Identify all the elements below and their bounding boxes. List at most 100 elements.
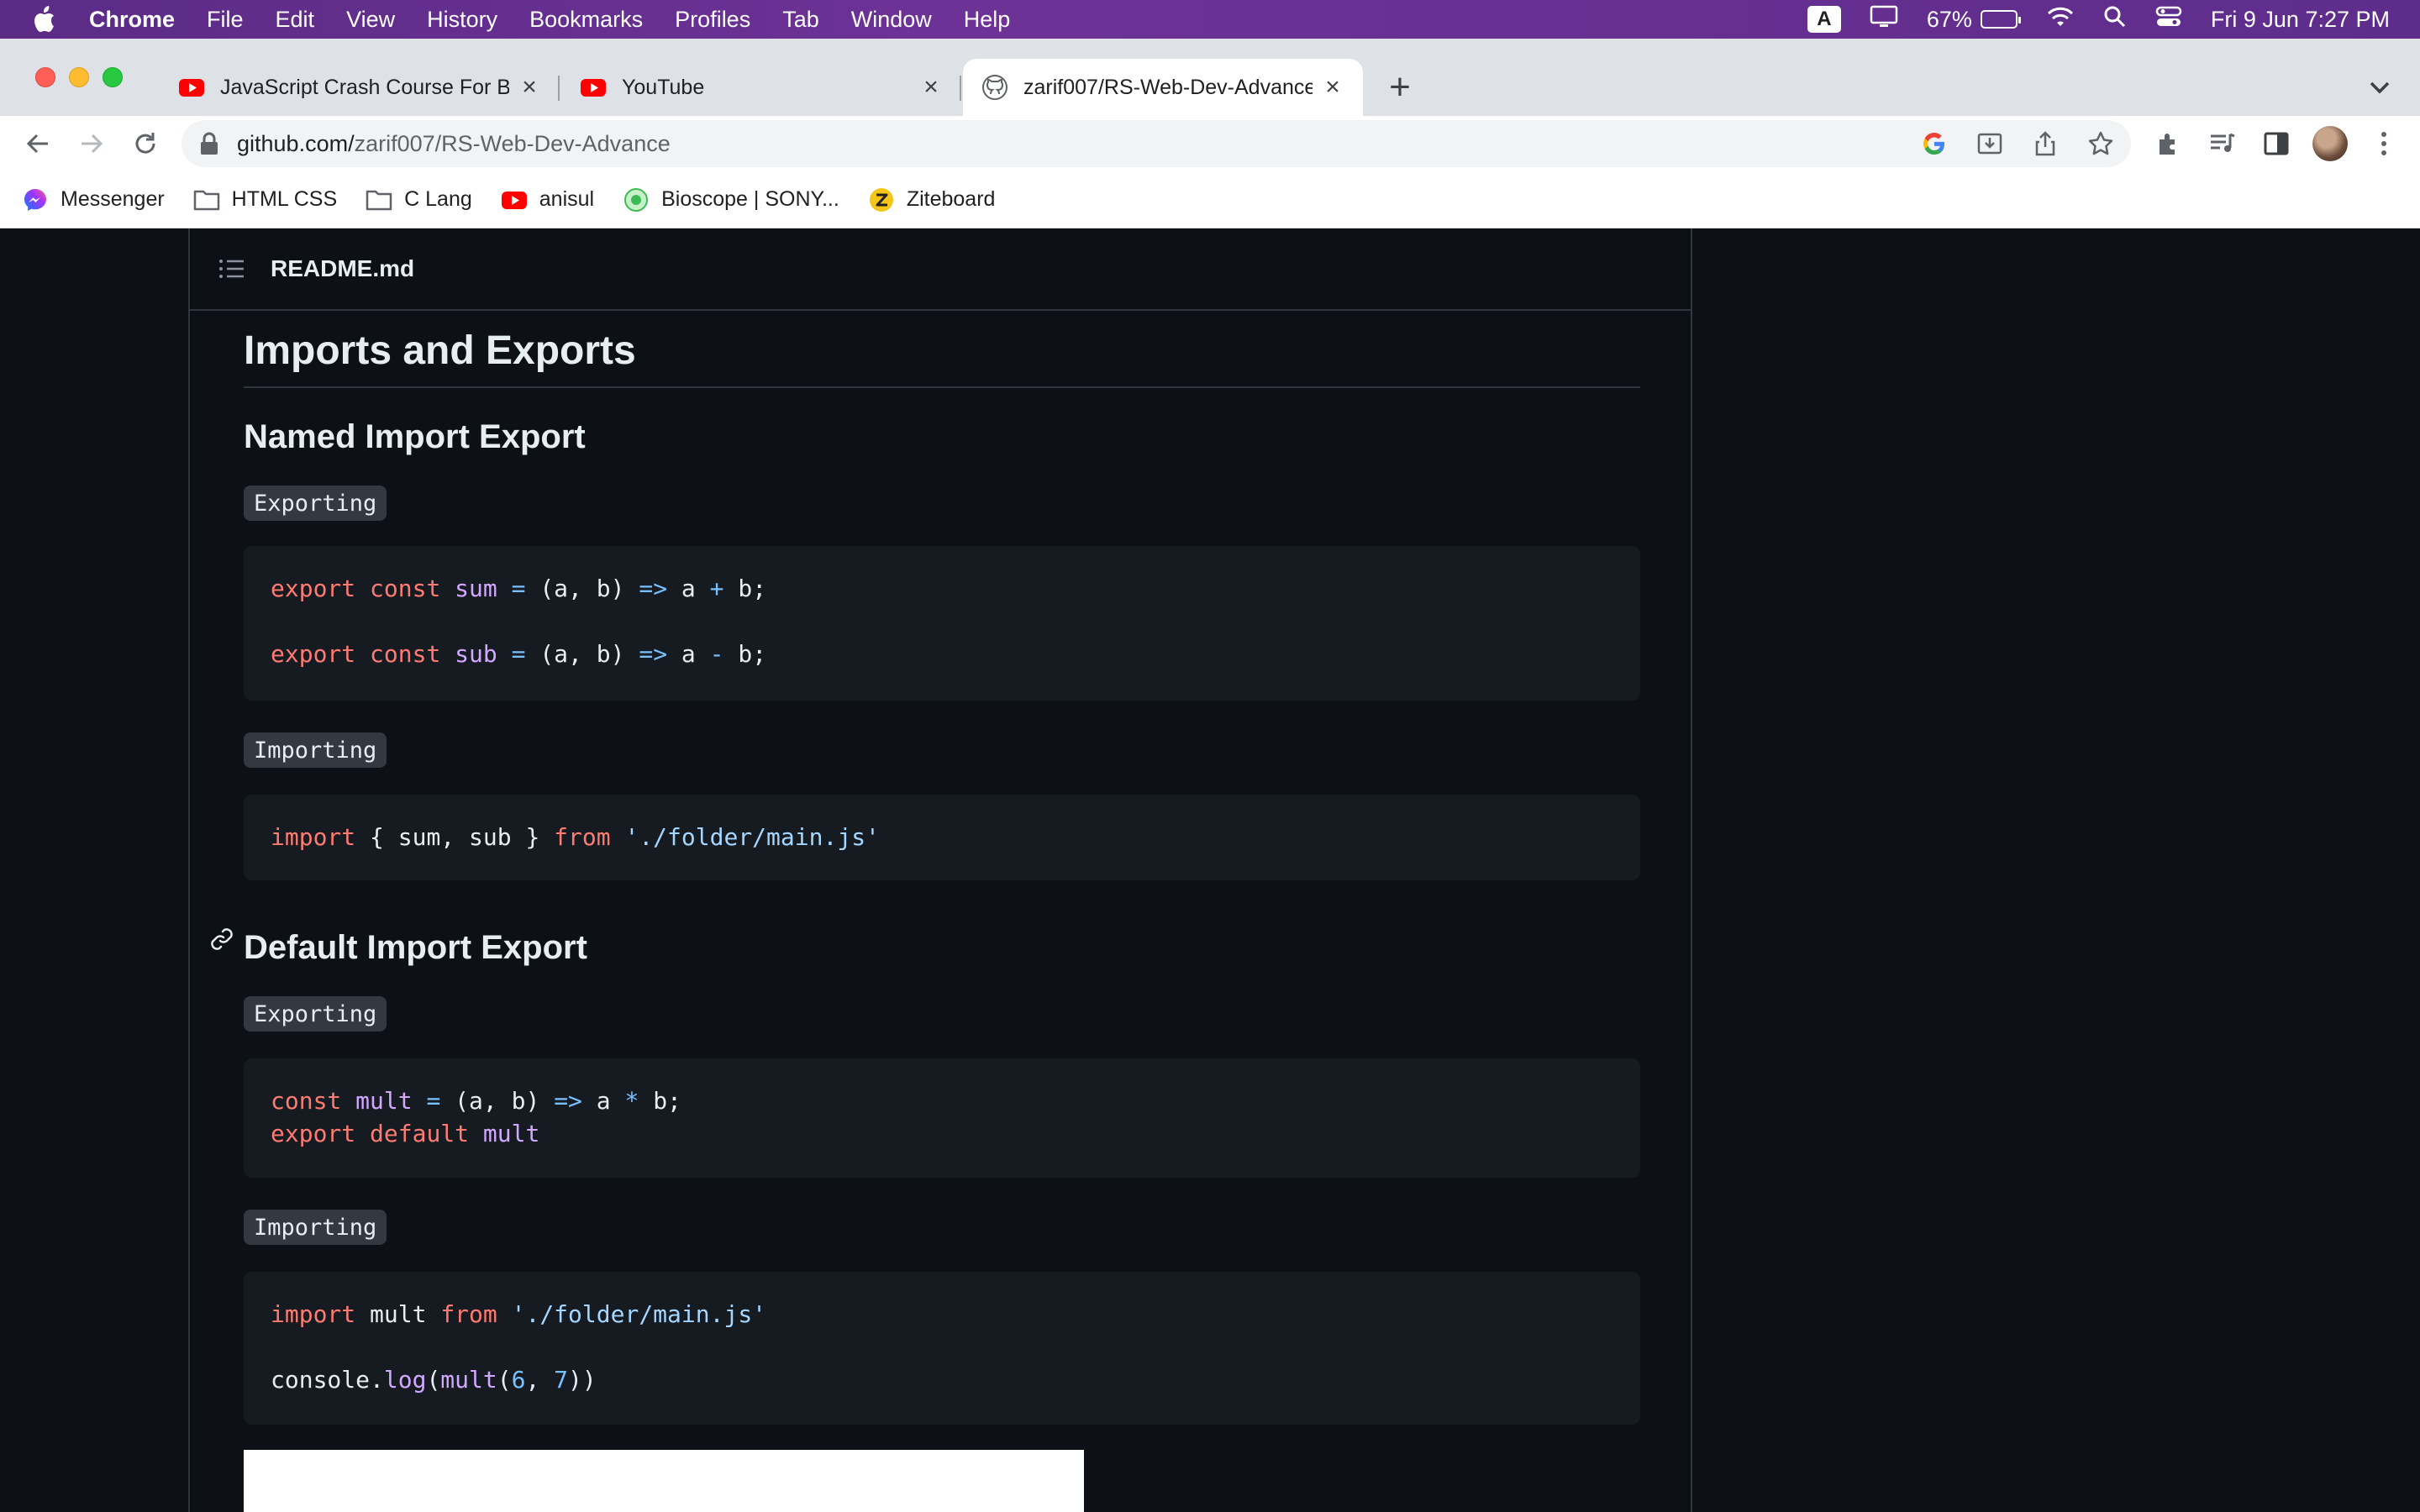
- control-center-icon[interactable]: [2155, 5, 2182, 34]
- address-bar[interactable]: github.com/zarif007/RS-Web-Dev-Advance: [182, 120, 2131, 167]
- battery-percent: 67%: [1926, 6, 1972, 32]
- minimize-window-button[interactable]: [69, 67, 89, 87]
- code-line: console.log(mult(6, 7)): [271, 1366, 597, 1394]
- bookmark-messenger[interactable]: Messenger: [22, 186, 165, 213]
- close-tab-icon[interactable]: ×: [919, 73, 943, 101]
- side-panel-icon[interactable]: [2259, 123, 2294, 165]
- tab-title: JavaScript Crash Course For Beginners: [220, 75, 509, 99]
- link-anchor-icon[interactable]: [208, 926, 235, 953]
- menu-window[interactable]: Window: [851, 7, 932, 33]
- tab-title: zarif007/RS-Web-Dev-Advance: [1023, 75, 1313, 99]
- tab-youtube[interactable]: YouTube ×: [561, 59, 961, 116]
- apple-icon[interactable]: [32, 5, 57, 34]
- reload-icon: [135, 133, 155, 154]
- extensions-puzzle-icon[interactable]: [2151, 123, 2186, 165]
- close-window-button[interactable]: [35, 67, 55, 87]
- new-tab-button[interactable]: +: [1376, 64, 1423, 111]
- back-arrow-icon: [26, 134, 48, 154]
- youtube-icon: [501, 186, 528, 213]
- code-block-default-import: import mult from './folder/main.js' cons…: [244, 1272, 1640, 1425]
- forward-arrow-icon: [82, 134, 103, 154]
- github-page: README.md Imports and Exports Named Impo…: [0, 228, 2420, 1512]
- code-block-default-export: const mult = (a, b) => a * b; export def…: [244, 1058, 1640, 1178]
- menu-edit[interactable]: Edit: [276, 7, 315, 33]
- heading-named-import-export: Named Import Export: [244, 418, 586, 455]
- code-line: import { sum, sub } from './folder/main.…: [271, 823, 880, 851]
- back-button[interactable]: [17, 123, 59, 165]
- menu-bookmarks[interactable]: Bookmarks: [529, 7, 643, 33]
- menu-app-name[interactable]: Chrome: [89, 7, 175, 33]
- display-icon[interactable]: [1870, 5, 1898, 34]
- forward-button[interactable]: [71, 123, 113, 165]
- bookmark-label: Messenger: [60, 187, 165, 211]
- menu-history[interactable]: History: [427, 7, 497, 33]
- url-host: github.com/: [237, 130, 355, 156]
- toolbar-right-actions: [2151, 123, 2402, 165]
- bookmark-ziteboard[interactable]: Ziteboard: [868, 186, 995, 213]
- heading-default-import-export: Default Import Export: [244, 929, 587, 966]
- readme-header: README.md: [190, 228, 1691, 311]
- menu-view[interactable]: View: [346, 7, 395, 33]
- tab-title: YouTube: [622, 75, 705, 99]
- bookmark-label: anisul: [539, 187, 595, 211]
- bookmark-bioscope[interactable]: Bioscope | SONY...: [623, 186, 839, 213]
- bookmark-label: Bioscope | SONY...: [661, 187, 839, 211]
- label-exporting: Exporting: [244, 486, 387, 521]
- bookmark-folder-c-lang[interactable]: C Lang: [366, 186, 472, 213]
- bookmark-anisul[interactable]: anisul: [501, 186, 594, 213]
- bookmark-label: C Lang: [404, 187, 472, 211]
- tab-search-button[interactable]: [2356, 64, 2403, 111]
- code-line: export default mult: [271, 1120, 540, 1147]
- google-lens-icon[interactable]: [1918, 127, 1951, 160]
- menu-help[interactable]: Help: [964, 7, 1011, 33]
- tab-github-repo[interactable]: zarif007/RS-Web-Dev-Advance ×: [963, 59, 1363, 116]
- media-queue-icon[interactable]: [2205, 123, 2240, 165]
- bioscope-icon: [623, 186, 650, 213]
- url-path: zarif007/RS-Web-Dev-Advance: [354, 130, 671, 156]
- menu-profiles[interactable]: Profiles: [675, 7, 750, 33]
- ziteboard-icon: [868, 186, 895, 213]
- battery-status[interactable]: 67%: [1926, 6, 2021, 33]
- code-line: export const sum = (a, b) => a + b;: [271, 575, 767, 602]
- bookmark-star-icon[interactable]: [2084, 127, 2118, 160]
- menu-file[interactable]: File: [207, 7, 244, 33]
- share-icon[interactable]: [2028, 127, 2062, 160]
- bookmark-label: HTML CSS: [231, 187, 338, 211]
- wifi-icon[interactable]: [2046, 6, 2075, 34]
- tab-strip: JavaScript Crash Course For Beginners × …: [0, 39, 2420, 116]
- chevron-down-icon: [2370, 81, 2390, 94]
- heading-divider: [244, 386, 1640, 388]
- readme-filename[interactable]: README.md: [271, 255, 414, 282]
- url-text: github.com/zarif007/RS-Web-Dev-Advance: [237, 131, 671, 157]
- close-tab-icon[interactable]: ×: [518, 73, 541, 101]
- zoom-window-button[interactable]: [103, 67, 123, 87]
- folder-icon: [366, 186, 392, 213]
- tab-javascript-crash-course[interactable]: JavaScript Crash Course For Beginners ×: [160, 59, 560, 116]
- reload-button[interactable]: [124, 123, 166, 165]
- label-importing: Importing: [244, 1210, 387, 1245]
- messenger-icon: [22, 186, 49, 213]
- label-exporting: Exporting: [244, 996, 387, 1032]
- folder-icon: [193, 186, 220, 213]
- close-tab-icon[interactable]: ×: [1321, 73, 1344, 101]
- youtube-icon: [178, 74, 205, 101]
- code-line: const mult = (a, b) => a * b;: [271, 1087, 681, 1115]
- browser-toolbar: github.com/zarif007/RS-Web-Dev-Advance: [0, 116, 2420, 171]
- profile-avatar[interactable]: [2312, 126, 2348, 161]
- code-block-named-import: import { sum, sub } from './folder/main.…: [244, 795, 1640, 880]
- menubar-clock[interactable]: Fri 9 Jun 7:27 PM: [2211, 7, 2390, 33]
- bookmark-folder-html-css[interactable]: HTML CSS: [193, 186, 337, 213]
- menu-tab[interactable]: Tab: [782, 7, 819, 33]
- menubar-status-area: A 67% Fri 9 Jun 7:27 PM: [1807, 0, 2390, 39]
- spotlight-search-icon[interactable]: [2103, 5, 2127, 34]
- lock-icon[interactable]: [198, 131, 220, 156]
- more-menu-icon[interactable]: [2366, 123, 2402, 165]
- readme-image-partial: [244, 1450, 1084, 1512]
- code-block-named-export: export const sum = (a, b) => a + b; expo…: [244, 546, 1640, 701]
- outline-list-icon[interactable]: [217, 255, 245, 283]
- window-controls: [35, 67, 123, 87]
- omnibox-actions: [1918, 127, 2118, 160]
- input-source-badge[interactable]: A: [1807, 6, 1841, 33]
- install-app-icon[interactable]: [1973, 127, 2007, 160]
- heading-imports-exports: Imports and Exports: [244, 328, 636, 373]
